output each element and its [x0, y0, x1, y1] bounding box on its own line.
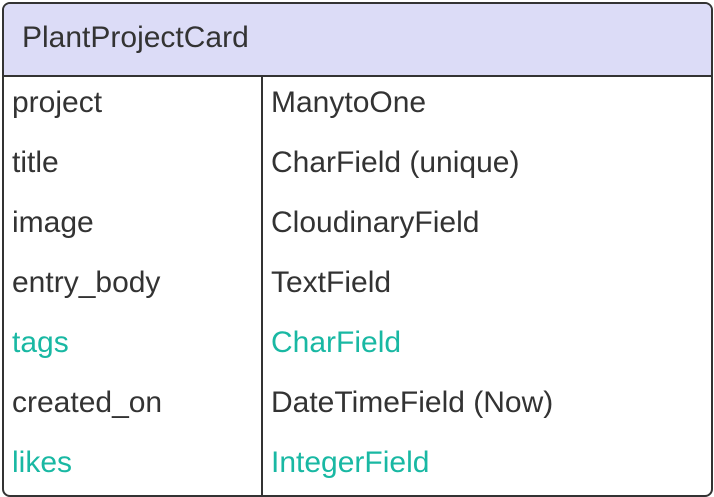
field-name: created_on [12, 386, 163, 419]
field-row-project: project ManytoOne [4, 77, 711, 129]
field-row-entry-body: entry_body TextField [4, 249, 711, 309]
field-name: entry_body [12, 266, 161, 299]
entity-header: PlantProjectCard [4, 4, 711, 77]
field-name: image [12, 206, 94, 239]
field-row-tags: tags CharField [4, 309, 711, 369]
field-type: CharField [271, 326, 402, 359]
field-row-image: image CloudinaryField [4, 189, 711, 249]
field-type: TextField [271, 266, 392, 299]
field-row-created-on: created_on DateTimeField (Now) [4, 369, 711, 429]
field-row-title: title CharField (unique) [4, 129, 711, 189]
field-type: ManytoOne [271, 86, 427, 119]
field-name: tags [12, 326, 69, 359]
field-type: IntegerField [271, 446, 430, 479]
entity-card: PlantProjectCard project ManytoOne title… [2, 2, 713, 497]
field-type: DateTimeField (Now) [271, 386, 554, 419]
field-name: likes [12, 446, 73, 479]
field-list: project ManytoOne title CharField (uniqu… [4, 77, 711, 489]
field-name: project [12, 86, 103, 119]
field-type: CharField (unique) [271, 146, 520, 179]
field-name: title [12, 146, 59, 179]
field-type: CloudinaryField [271, 206, 480, 239]
entity-title: PlantProjectCard [22, 21, 249, 54]
field-row-likes: likes IntegerField [4, 429, 711, 489]
